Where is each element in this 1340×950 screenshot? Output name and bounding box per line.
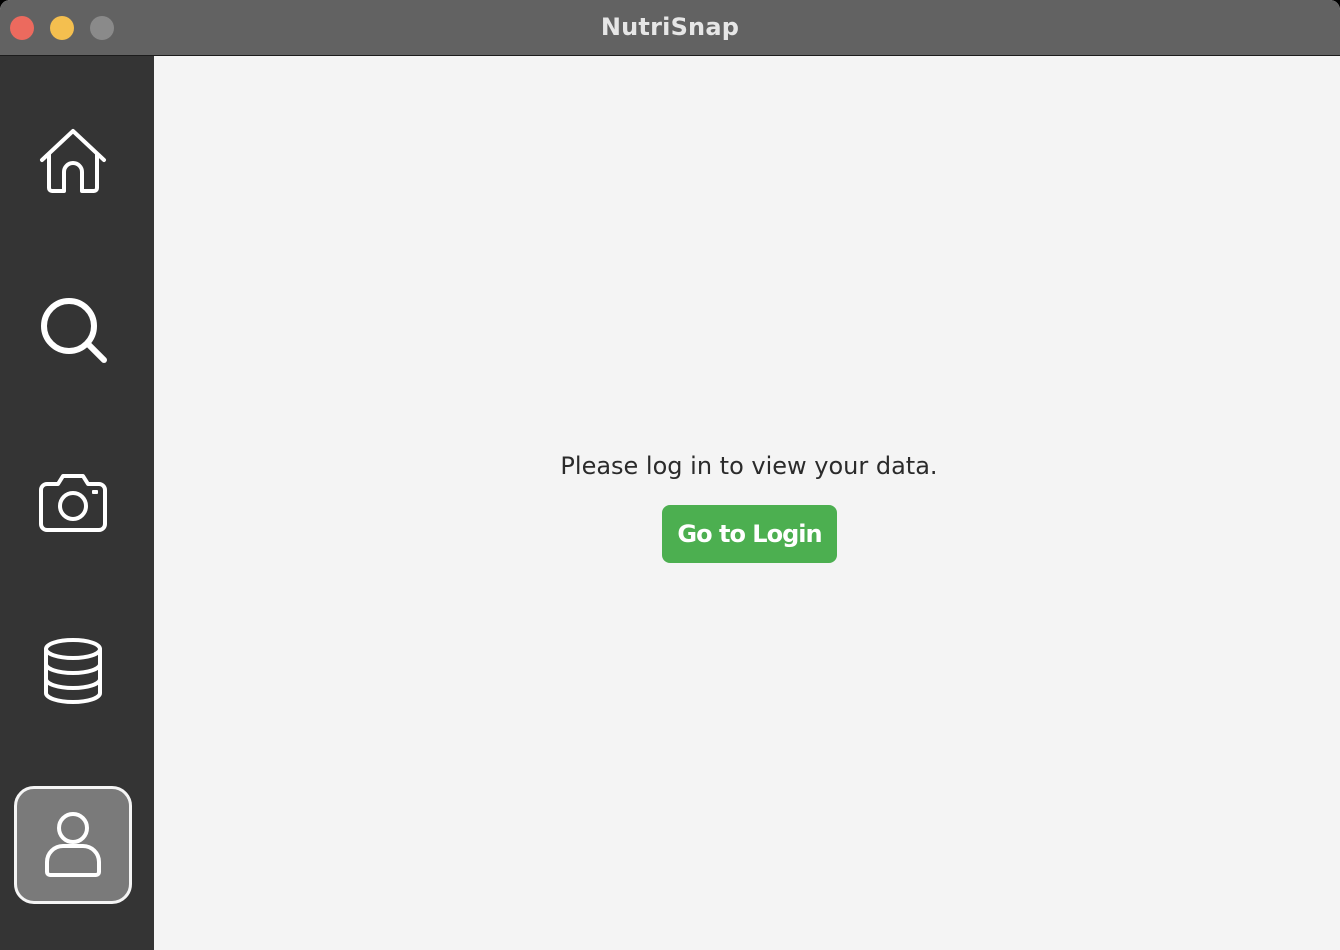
sidebar-nav (0, 56, 154, 950)
sidebar-item-profile[interactable] (14, 786, 132, 904)
database-icon (44, 638, 102, 704)
go-to-login-button[interactable]: Go to Login (662, 505, 837, 563)
sidebar-item-database[interactable] (14, 612, 132, 730)
sidebar-item-camera[interactable] (14, 442, 132, 560)
camera-icon (39, 474, 107, 532)
app-window: NutriSnap Please log in to view your dat… (0, 0, 1340, 950)
window-title: NutriSnap (600, 13, 740, 41)
login-required-message: Please log in to view your data. (560, 452, 938, 480)
main-content: Please log in to view your data. Go to L… (154, 56, 1340, 950)
sidebar-item-search[interactable] (14, 272, 132, 390)
title-bar[interactable]: NutriSnap (0, 0, 1340, 56)
search-icon (41, 298, 107, 363)
sidebar-item-home[interactable] (14, 102, 132, 220)
user-icon (45, 812, 101, 877)
home-icon (40, 129, 106, 193)
